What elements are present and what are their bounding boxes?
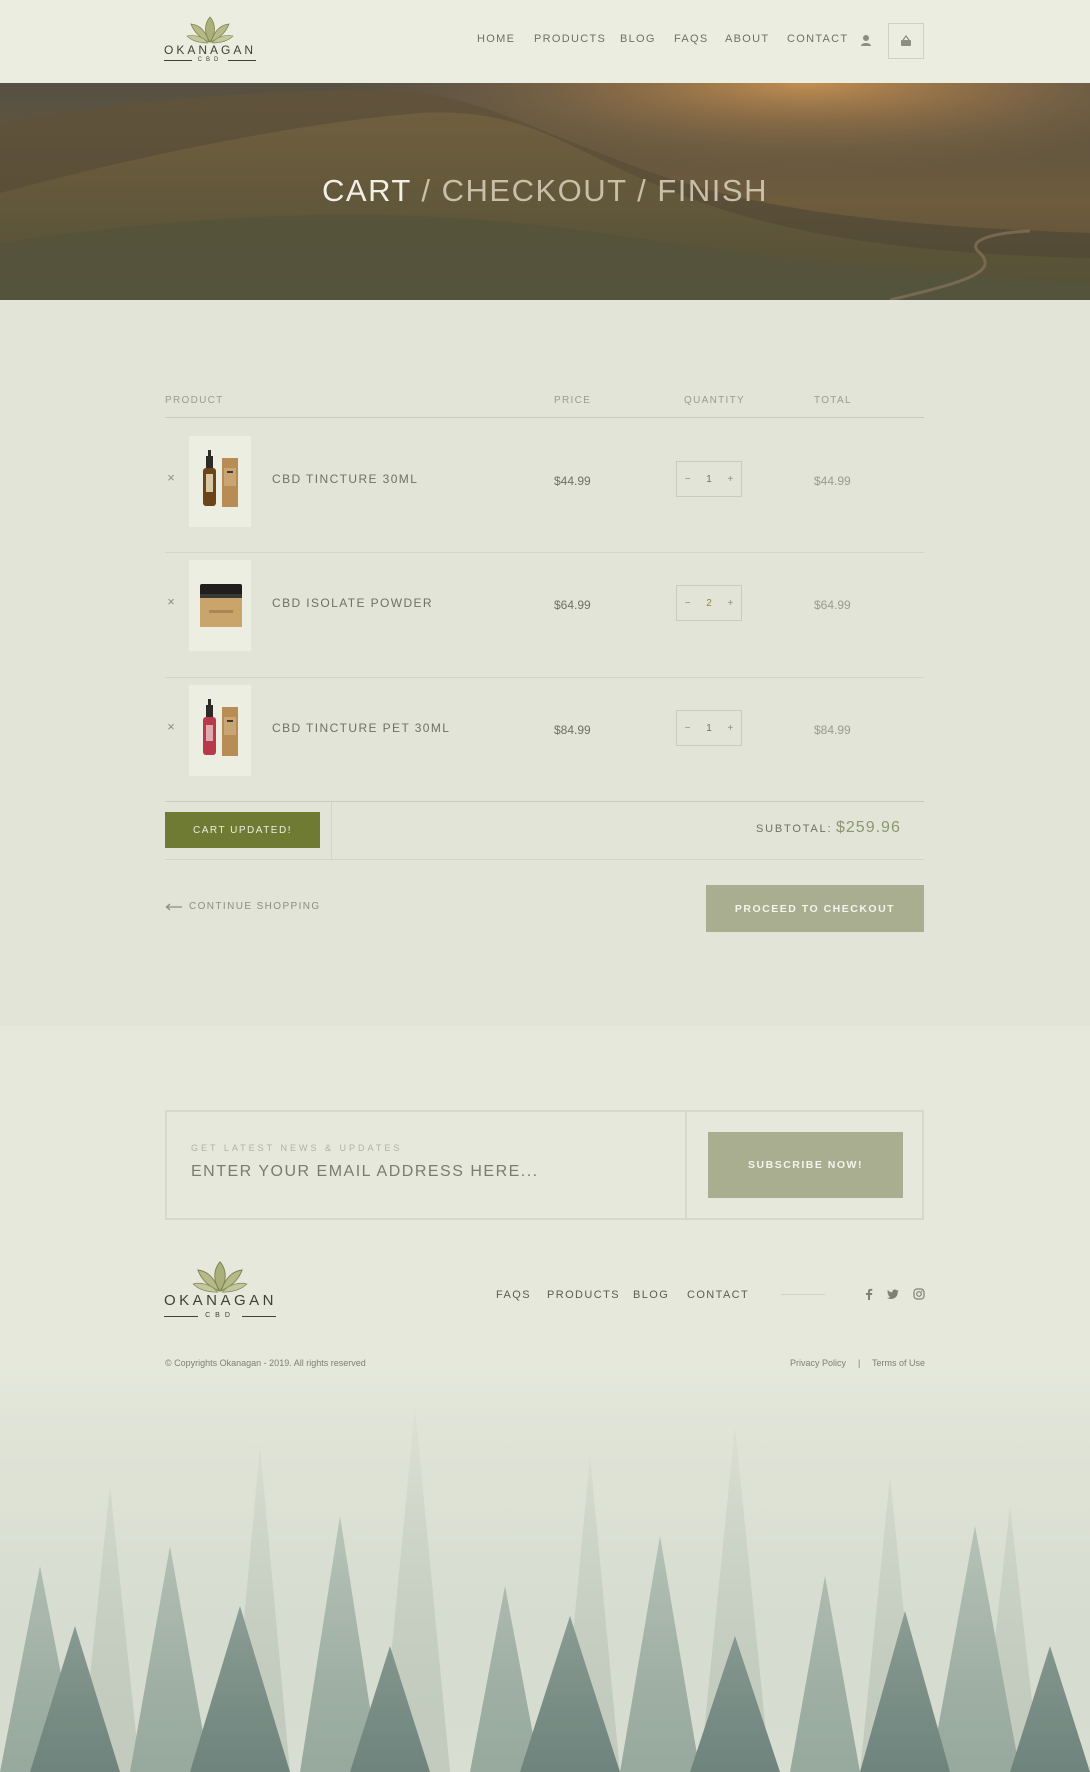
increment-button[interactable]: + bbox=[727, 474, 733, 485]
product-price: $84.99 bbox=[554, 723, 591, 737]
cart-row: × CBD ISOLATE POWDER $64.99 − 2 + $64.99 bbox=[165, 542, 924, 666]
product-thumbnail[interactable] bbox=[189, 685, 251, 776]
twitter-icon[interactable] bbox=[887, 1288, 899, 1300]
nav-contact[interactable]: CONTACT bbox=[787, 33, 848, 45]
decrement-button[interactable]: − bbox=[685, 474, 691, 485]
user-icon[interactable] bbox=[860, 34, 872, 47]
brand-logo[interactable]: OKANAGAN CBD bbox=[164, 16, 256, 66]
tincture-bottle-red-image bbox=[203, 699, 238, 756]
product-name[interactable]: CBD TINCTURE 30ML bbox=[272, 472, 418, 486]
brand-name: OKANAGAN bbox=[164, 43, 257, 57]
product-name[interactable]: CBD TINCTURE PET 30ML bbox=[272, 721, 450, 735]
footer-nav-faqs[interactable]: FAQS bbox=[496, 1289, 531, 1301]
powder-jar-image bbox=[200, 584, 242, 627]
email-input[interactable] bbox=[191, 1163, 661, 1181]
continue-shopping-link[interactable]: CONTINUE SHOPPING bbox=[165, 901, 321, 912]
decrement-button[interactable]: − bbox=[685, 723, 691, 734]
footer-brand-logo[interactable]: OKANAGAN CBD bbox=[164, 1260, 276, 1322]
quantity-stepper: − 1 + bbox=[676, 461, 742, 497]
privacy-policy-link[interactable]: Privacy Policy bbox=[790, 1358, 846, 1368]
continue-shopping-label: CONTINUE SHOPPING bbox=[189, 901, 321, 912]
cart-button[interactable] bbox=[888, 23, 924, 59]
newsletter-divider bbox=[685, 1112, 687, 1218]
terms-of-use-link[interactable]: Terms of Use bbox=[872, 1358, 925, 1368]
misty-forest-image bbox=[0, 1366, 1090, 1772]
step-remaining: / CHECKOUT / FINISH bbox=[421, 173, 768, 208]
instagram-icon[interactable] bbox=[913, 1288, 925, 1300]
quantity-stepper: − 1 + bbox=[676, 710, 742, 746]
subtotal-value: $259.96 bbox=[836, 819, 901, 836]
footer-link-separator: | bbox=[858, 1358, 861, 1368]
arrow-left-icon bbox=[165, 903, 182, 910]
brand-rule-right bbox=[228, 60, 256, 61]
footer-divider bbox=[781, 1294, 825, 1295]
newsletter-form: GET LATEST NEWS & UPDATES SUBSCRIBE NOW! bbox=[165, 1110, 924, 1220]
cart-row: × CBD TINCTURE 30ML $44.99 − 1 + $44.99 bbox=[165, 418, 924, 542]
quantity-value[interactable]: 1 bbox=[706, 723, 712, 734]
line-total: $44.99 bbox=[814, 474, 851, 488]
quantity-stepper: − 2 + bbox=[676, 585, 742, 621]
product-name[interactable]: CBD ISOLATE POWDER bbox=[272, 596, 433, 610]
facebook-icon[interactable] bbox=[863, 1288, 875, 1300]
leaf-logo-icon bbox=[192, 1261, 248, 1293]
leaf-logo-icon bbox=[186, 16, 234, 44]
site-footer: GET LATEST NEWS & UPDATES SUBSCRIBE NOW!… bbox=[0, 1026, 1090, 1772]
copyright-text: © Copyrights Okanagan - 2019. All rights… bbox=[165, 1358, 366, 1368]
footer-nav-contact[interactable]: CONTACT bbox=[687, 1289, 749, 1301]
step-current: CART bbox=[322, 173, 412, 208]
subscribe-button[interactable]: SUBSCRIBE NOW! bbox=[708, 1132, 903, 1198]
remove-item-button[interactable]: × bbox=[165, 594, 177, 609]
cart-row: × CBD TINCTURE PET 30ML $84.99 − 1 + $84… bbox=[165, 667, 924, 791]
hero-banner: CART / CHECKOUT / FINISH bbox=[0, 83, 1090, 300]
increment-button[interactable]: + bbox=[727, 598, 733, 609]
newsletter-label: GET LATEST NEWS & UPDATES bbox=[191, 1143, 403, 1153]
shopping-basket-icon bbox=[901, 35, 911, 46]
increment-button[interactable]: + bbox=[727, 723, 733, 734]
line-total: $64.99 bbox=[814, 598, 851, 612]
tincture-bottle-amber-image bbox=[203, 450, 238, 507]
product-price: $44.99 bbox=[554, 474, 591, 488]
col-total: TOTAL bbox=[814, 395, 852, 406]
line-total: $84.99 bbox=[814, 723, 851, 737]
subtotal-divider bbox=[165, 859, 924, 860]
product-thumbnail[interactable] bbox=[189, 560, 251, 651]
product-thumbnail[interactable] bbox=[189, 436, 251, 527]
proceed-to-checkout-button[interactable]: PROCEED TO CHECKOUT bbox=[706, 885, 924, 932]
nav-about[interactable]: ABOUT bbox=[725, 33, 769, 45]
col-quantity: QUANTITY bbox=[684, 395, 745, 406]
quantity-value[interactable]: 2 bbox=[706, 598, 712, 609]
cart-section: PRODUCT PRICE QUANTITY TOTAL × CBD TINCT… bbox=[0, 300, 1090, 1026]
quantity-value[interactable]: 1 bbox=[706, 474, 712, 485]
col-product: PRODUCT bbox=[165, 395, 224, 406]
col-price: PRICE bbox=[554, 395, 592, 406]
footer-nav-blog[interactable]: BLOG bbox=[633, 1289, 669, 1301]
actions-separator bbox=[331, 802, 332, 859]
subtotal-label: SUBTOTAL: bbox=[756, 823, 833, 835]
brand-name: OKANAGAN bbox=[164, 1292, 278, 1309]
cart-bottom-divider bbox=[165, 801, 924, 802]
update-cart-button[interactable]: CART UPDATED! bbox=[165, 812, 320, 848]
brand-rule-right bbox=[242, 1316, 276, 1317]
remove-item-button[interactable]: × bbox=[165, 470, 177, 485]
nav-blog[interactable]: BLOG bbox=[620, 33, 656, 45]
product-price: $64.99 bbox=[554, 598, 591, 612]
nav-home[interactable]: HOME bbox=[477, 33, 515, 45]
nav-products[interactable]: PRODUCTS bbox=[534, 33, 606, 45]
footer-nav-products[interactable]: PRODUCTS bbox=[547, 1289, 620, 1301]
remove-item-button[interactable]: × bbox=[165, 719, 177, 734]
checkout-steps: CART / CHECKOUT / FINISH bbox=[0, 173, 1090, 209]
nav-faqs[interactable]: FAQS bbox=[674, 33, 709, 45]
site-header: OKANAGAN CBD HOME PRODUCTS BLOG FAQS ABO… bbox=[0, 0, 1090, 83]
decrement-button[interactable]: − bbox=[685, 598, 691, 609]
